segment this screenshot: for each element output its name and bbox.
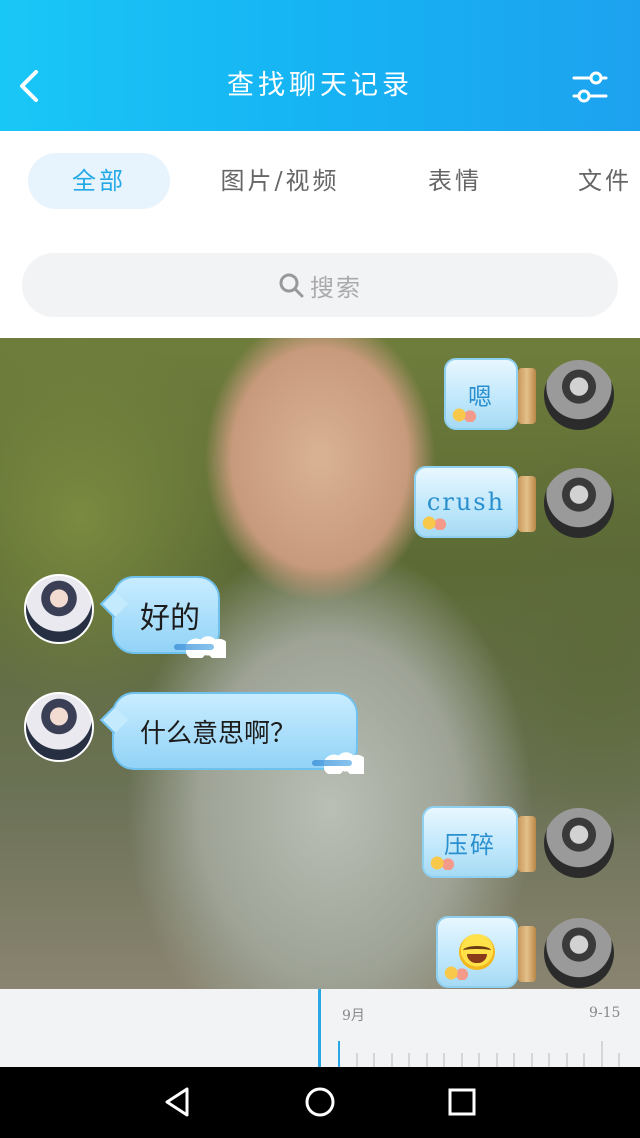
- message-text: crush: [426, 488, 506, 516]
- message-bubble-sent[interactable]: crush: [414, 466, 536, 538]
- search-section: 搜索: [0, 237, 640, 338]
- bubble-tail: [99, 705, 129, 735]
- message-text: 压碎: [444, 830, 496, 859]
- timeline-tick: [583, 1053, 585, 1067]
- tab-images-videos[interactable]: 图片/视频: [205, 153, 355, 209]
- avatar[interactable]: [544, 468, 614, 538]
- tab-files[interactable]: 文件: [560, 153, 640, 209]
- timeline-tick: [530, 1053, 533, 1067]
- header-bar: 查找聊天记录: [0, 0, 640, 131]
- jar-cork-decoration: [518, 476, 536, 532]
- nav-home-icon[interactable]: [303, 1085, 337, 1119]
- message-bubble-received[interactable]: 什么意思啊？: [99, 692, 364, 774]
- search-placeholder: 搜索: [310, 273, 362, 302]
- avatar[interactable]: [544, 918, 614, 988]
- wave-decoration: [174, 644, 214, 650]
- timeline-tick: [618, 1053, 620, 1067]
- tab-all[interactable]: 全部: [28, 153, 170, 209]
- filter-settings-icon[interactable]: [566, 66, 614, 108]
- timeline-month-label: 9月: [342, 1008, 365, 1024]
- timeline-tick: [600, 1041, 603, 1067]
- avatar[interactable]: [24, 574, 94, 644]
- nav-back-icon[interactable]: [161, 1085, 195, 1119]
- timeline-date-label: 9-15: [589, 1005, 621, 1021]
- page-title: 查找聊天记录: [227, 70, 413, 101]
- message-bubble-sent[interactable]: 压碎: [422, 806, 536, 878]
- jar-cork-decoration: [518, 816, 536, 872]
- message-content: [438, 918, 516, 986]
- message-text: 什么意思啊？: [140, 718, 297, 749]
- avatar[interactable]: [24, 692, 94, 762]
- timeline-tick: [425, 1053, 428, 1067]
- system-navigation-bar: [0, 1067, 640, 1138]
- timeline-tick: [338, 1041, 340, 1067]
- date-timeline[interactable]: 9月 9-15: [0, 989, 640, 1067]
- bubble-tail: [99, 589, 129, 619]
- timeline-tick: [513, 1053, 515, 1067]
- search-icon: [279, 273, 304, 298]
- timeline-tick: [355, 1053, 358, 1067]
- message-bubble-sent[interactable]: [436, 916, 536, 988]
- timeline-cursor[interactable]: [318, 989, 321, 1067]
- timeline-tick: [495, 1053, 498, 1067]
- timeline-tick: [478, 1053, 480, 1067]
- tab-stickers[interactable]: 表情: [405, 153, 505, 209]
- message-text: 嗯: [468, 382, 494, 411]
- wave-decoration: [312, 760, 352, 766]
- chat-history[interactable]: 嗯 crush 好的 什么意思啊？ 压碎: [0, 338, 640, 989]
- timeline-tick: [565, 1053, 568, 1067]
- avatar[interactable]: [544, 808, 614, 878]
- timeline-tick: [548, 1053, 550, 1067]
- timeline-tick: [408, 1053, 410, 1067]
- timeline-tick: [373, 1053, 375, 1067]
- jar-cork-decoration: [518, 926, 536, 982]
- message-text: 好的: [140, 601, 200, 636]
- timeline-tick: [460, 1053, 463, 1067]
- jar-cork-decoration: [518, 368, 536, 424]
- filter-tabs: 全部 图片/视频 表情 文件: [0, 131, 640, 237]
- message-bubble-received[interactable]: 好的: [99, 576, 226, 658]
- timeline-tick: [443, 1053, 445, 1067]
- message-bubble-sent[interactable]: 嗯: [444, 358, 536, 430]
- search-input[interactable]: 搜索: [22, 253, 618, 317]
- laughing-tears-emoji-icon: [459, 934, 495, 970]
- avatar[interactable]: [544, 360, 614, 430]
- timeline-tick: [390, 1053, 393, 1067]
- nav-recents-icon[interactable]: [445, 1085, 479, 1119]
